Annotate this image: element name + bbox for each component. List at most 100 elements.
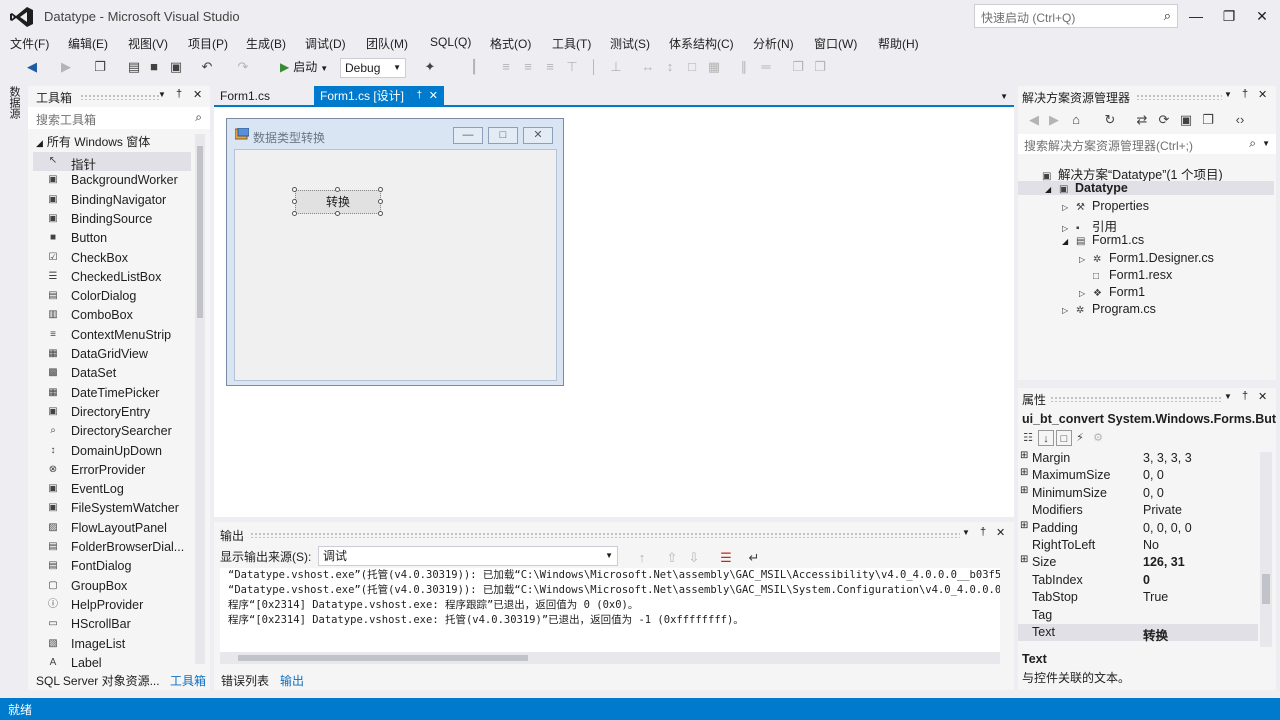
solution-tree-item[interactable]: ▷ ▪ 引用 bbox=[1022, 216, 1272, 235]
toolbox-item[interactable]: ▣ BindingNavigator bbox=[33, 191, 191, 210]
resize-handle[interactable] bbox=[335, 211, 340, 216]
resize-handle[interactable] bbox=[378, 199, 383, 204]
solution-tree-item[interactable]: □ Form1.resx bbox=[1022, 268, 1272, 282]
close-button[interactable]: ✕ bbox=[1252, 6, 1272, 26]
close-icon[interactable]: ✕ bbox=[1258, 88, 1267, 101]
resize-handle[interactable] bbox=[292, 199, 297, 204]
send-back-icon[interactable]: ❐ bbox=[812, 59, 828, 75]
toolbox-item[interactable]: ≡ ContextMenuStrip bbox=[33, 326, 191, 345]
property-row[interactable]: ⊞ Margin 3, 3, 3, 3 bbox=[1018, 450, 1258, 467]
expand-arrow-icon[interactable]: ▷ bbox=[1062, 224, 1076, 233]
property-row[interactable]: RightToLeft No bbox=[1018, 537, 1258, 554]
form-preview-window[interactable]: 数据类型转换 — □ ✕ 转换 bbox=[226, 118, 564, 386]
attach-icon[interactable]: ✦ bbox=[422, 59, 438, 75]
property-value[interactable]: 3, 3, 3, 3 bbox=[1143, 451, 1192, 465]
grip-dots[interactable] bbox=[80, 94, 160, 100]
start-debug-button[interactable]: ▶ 启动 ▼ bbox=[280, 58, 328, 78]
switch-views-icon[interactable]: ⇄ bbox=[1134, 112, 1150, 128]
toolbox-item[interactable]: ■ Button bbox=[33, 229, 191, 248]
resize-handle[interactable] bbox=[335, 187, 340, 192]
toolbox-item[interactable]: ▤ ColorDialog bbox=[33, 287, 191, 306]
minimize-button[interactable]: — bbox=[1186, 6, 1206, 26]
chevron-down-icon[interactable]: ▼ bbox=[158, 90, 166, 99]
property-row[interactable]: Text 转换 bbox=[1018, 624, 1258, 643]
properties-scroll-thumb[interactable] bbox=[1262, 574, 1270, 604]
save-icon[interactable]: ■ bbox=[146, 59, 162, 75]
grip-dots[interactable] bbox=[250, 532, 960, 538]
expand-icon[interactable]: ⊞ bbox=[1020, 520, 1028, 531]
toolbox-item[interactable]: ▢ GroupBox bbox=[33, 577, 191, 596]
toolbox-item[interactable]: ▭ HScrollBar bbox=[33, 615, 191, 634]
spacing-h-icon[interactable]: ∥ bbox=[736, 59, 752, 75]
expand-icon[interactable]: ⊞ bbox=[1020, 450, 1028, 461]
form-client-area[interactable]: 转换 bbox=[234, 149, 557, 381]
categorized-icon[interactable]: ☷ bbox=[1020, 430, 1036, 446]
events-icon[interactable]: ⚡ bbox=[1072, 430, 1088, 446]
toolbox-item[interactable]: ▣ FileSystemWatcher bbox=[33, 499, 191, 518]
expand-arrow-icon[interactable]: ▷ bbox=[1079, 289, 1093, 298]
toolbox-item[interactable]: ⓘ HelpProvider bbox=[33, 596, 191, 615]
expand-icon[interactable]: ⊞ bbox=[1020, 485, 1028, 496]
solution-tree-item[interactable]: ▷ ⚒ Properties bbox=[1022, 199, 1272, 213]
output-horizontal-scrollbar[interactable] bbox=[220, 652, 1000, 664]
tab-form1-design[interactable]: Form1.cs [设计] † ✕ bbox=[314, 86, 445, 106]
pin-icon[interactable]: † bbox=[176, 88, 182, 100]
menu-help[interactable]: 帮助(H) bbox=[878, 35, 919, 52]
property-row[interactable]: Modifiers Private bbox=[1018, 502, 1258, 519]
toolbox-item[interactable]: ↕ DomainUpDown bbox=[33, 442, 191, 461]
property-row[interactable]: ⊞ MaximumSize 0, 0 bbox=[1018, 467, 1258, 484]
property-row[interactable]: TabStop True bbox=[1018, 589, 1258, 606]
property-value[interactable]: 126, 31 bbox=[1143, 555, 1185, 569]
grip-dots[interactable] bbox=[1050, 396, 1222, 402]
property-value[interactable]: True bbox=[1143, 590, 1168, 604]
pin-icon[interactable]: † bbox=[1242, 390, 1248, 402]
back-icon[interactable]: ◀ bbox=[1026, 112, 1042, 128]
solution-tree-item[interactable]: ◢ ▣ Datatype bbox=[1018, 181, 1274, 196]
toolbox-item[interactable]: ▧ ImageList bbox=[33, 635, 191, 654]
same-height-icon[interactable]: ↕ bbox=[662, 59, 678, 75]
close-icon[interactable]: ✕ bbox=[193, 88, 202, 101]
menu-view[interactable]: 视图(V) bbox=[128, 35, 168, 52]
quick-launch-input[interactable]: 快速启动 (Ctrl+Q) ⌕ bbox=[974, 4, 1178, 28]
chevron-down-icon[interactable]: ▼ bbox=[1000, 92, 1008, 101]
menu-debug[interactable]: 调试(D) bbox=[305, 35, 346, 52]
toolbox-item[interactable]: ⊗ ErrorProvider bbox=[33, 461, 191, 480]
property-value[interactable]: No bbox=[1143, 538, 1159, 552]
toolbox-item[interactable]: ▦ DateTimePicker bbox=[33, 384, 191, 403]
clear-all-icon[interactable]: ☰ bbox=[718, 550, 734, 566]
property-value[interactable]: 0, 0 bbox=[1143, 486, 1164, 500]
resize-handle[interactable] bbox=[292, 211, 297, 216]
property-row[interactable]: TabIndex 0 bbox=[1018, 572, 1258, 589]
expand-arrow-icon[interactable]: ▷ bbox=[1079, 255, 1093, 264]
expand-arrow-icon[interactable]: ▷ bbox=[1062, 203, 1076, 212]
save-all-icon[interactable]: ▣ bbox=[168, 59, 184, 75]
prev-message-icon[interactable]: ⇧ bbox=[664, 550, 680, 566]
toolbox-scroll-thumb[interactable] bbox=[197, 146, 203, 318]
toolbox-group-header[interactable]: ◢ 所有 Windows 窗体 bbox=[36, 133, 150, 150]
property-value[interactable]: 0, 0 bbox=[1143, 468, 1164, 482]
output-scroll-thumb[interactable] bbox=[238, 655, 528, 661]
menu-project[interactable]: 项目(P) bbox=[188, 35, 228, 52]
sync-icon[interactable]: ↻ bbox=[1102, 112, 1118, 128]
menu-format[interactable]: 格式(O) bbox=[490, 35, 531, 52]
view-code-icon[interactable]: ‹› bbox=[1232, 112, 1248, 128]
close-icon[interactable]: ✕ bbox=[429, 86, 438, 106]
align-top-icon[interactable]: ⊤ bbox=[564, 59, 580, 75]
solution-tree-item[interactable]: ▷ ✲ Form1.Designer.cs bbox=[1022, 251, 1272, 265]
align-right-icon[interactable]: ≡ bbox=[542, 59, 558, 75]
expand-arrow-icon[interactable]: ◢ bbox=[1062, 237, 1076, 246]
toolbox-item[interactable]: ☑ CheckBox bbox=[33, 249, 191, 268]
expand-arrow-icon[interactable]: ◢ bbox=[1045, 185, 1059, 194]
forward-icon[interactable]: ▶ bbox=[58, 59, 74, 75]
toolbox-item[interactable]: ▦ DataGridView bbox=[33, 345, 191, 364]
toolbox-item[interactable]: ▣ BackgroundWorker bbox=[33, 171, 191, 190]
toolbox-item[interactable]: ▣ DirectoryEntry bbox=[33, 403, 191, 422]
menu-team[interactable]: 团队(M) bbox=[366, 35, 408, 52]
alphabetical-icon[interactable]: ↓ bbox=[1038, 430, 1054, 446]
solution-search-input[interactable]: 搜索解决方案资源管理器(Ctrl+;) ⌕ ▼ bbox=[1018, 134, 1276, 154]
menu-window[interactable]: 窗口(W) bbox=[814, 35, 857, 52]
find-message-icon[interactable]: ↑ bbox=[634, 550, 650, 566]
chevron-down-icon[interactable]: ▼ bbox=[1224, 392, 1232, 401]
same-size-icon[interactable]: □ bbox=[684, 59, 700, 75]
collapse-all-icon[interactable]: ▣ bbox=[1178, 112, 1194, 128]
